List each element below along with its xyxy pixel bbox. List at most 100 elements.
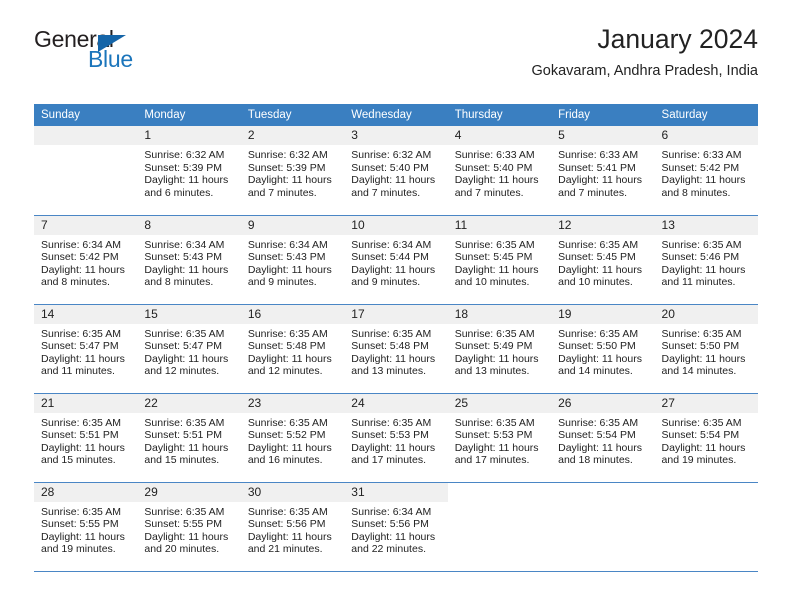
sunset-text: Sunset: 5:51 PM bbox=[41, 429, 119, 442]
sunrise-text: Sunrise: 6:33 AM bbox=[661, 149, 742, 161]
calendar-cell-day-25[interactable]: 25 Sunrise: 6:35 AM Sunset: 5:53 PM Dayligh… bbox=[447, 393, 552, 483]
calendar-cell-day-30[interactable]: 30 Sunrise: 6:35 AM Sunset: 5:56 PM Dayligh… bbox=[240, 482, 345, 572]
day-number bbox=[654, 482, 758, 502]
cell-inner: 1 Sunrise: 6:32 AM Sunset: 5:39 PM Daylight… bbox=[137, 126, 241, 215]
day-number: 19 bbox=[551, 304, 655, 324]
cell-inner: 5 Sunrise: 6:33 AM Sunset: 5:41 PM Daylight… bbox=[551, 126, 655, 215]
sunrise-text: Sunrise: 6:35 AM bbox=[558, 238, 639, 251]
calendar-cell-day-28[interactable]: 28 Sunrise: 6:35 AM Sunset: 5:55 PM Dayligh… bbox=[34, 482, 138, 572]
calendar-cell-day-29[interactable]: 29 Sunrise: 6:35 AM Sunset: 5:55 PM Dayligh… bbox=[137, 482, 241, 572]
day-number: 3 bbox=[344, 126, 448, 145]
day-number: 5 bbox=[551, 126, 655, 145]
calendar-cell-day-18[interactable]: 18 Sunrise: 6:35 AM Sunset: 5:49 PM Dayligh… bbox=[447, 304, 552, 394]
day-details: Sunrise: 6:35 AM Sunset: 5:50 PM Daylight:… bbox=[655, 324, 758, 378]
daylight-text: Daylight: 11 hours and 22 minutes. bbox=[351, 530, 436, 556]
day-details: Sunrise: 6:35 AM Sunset: 5:55 PM Daylight:… bbox=[137, 502, 240, 556]
day-details: Sunrise: 6:35 AM Sunset: 5:46 PM Daylight:… bbox=[655, 235, 758, 289]
sunrise-text: Sunrise: 6:35 AM bbox=[41, 416, 121, 429]
calendar-cell-day-10[interactable]: 10 Sunrise: 6:34 AM Sunset: 5:44 PM Dayligh… bbox=[344, 215, 448, 305]
day-details: Sunrise: 6:35 AM Sunset: 5:54 PM Daylight:… bbox=[655, 413, 758, 467]
sunset-text: Sunset: 5:50 PM bbox=[661, 340, 740, 353]
sunset-text: Sunset: 5:56 PM bbox=[351, 518, 429, 531]
sunset-text: Sunset: 5:43 PM bbox=[144, 251, 223, 264]
calendar-cell-day-31[interactable]: 31 Sunrise: 6:34 AM Sunset: 5:56 PM Dayligh… bbox=[344, 482, 448, 572]
calendar-cell-day-6[interactable]: 6 Sunrise: 6:33 AM Sunset: 5:42 PM Daylight… bbox=[654, 126, 758, 216]
cell-inner bbox=[447, 482, 552, 571]
calendar-cell-day-5[interactable]: 5 Sunrise: 6:33 AM Sunset: 5:41 PM Daylight… bbox=[551, 126, 655, 216]
calendar-cell-day-23[interactable]: 23 Sunrise: 6:35 AM Sunset: 5:52 PM Dayligh… bbox=[240, 393, 345, 483]
brand-name-blue: Blue bbox=[88, 46, 133, 72]
day-number: 4 bbox=[447, 126, 552, 145]
sunrise-text: Sunrise: 6:34 AM bbox=[41, 238, 121, 251]
sunset-text: Sunset: 5:39 PM bbox=[247, 161, 326, 174]
sunrise-text: Sunrise: 6:35 AM bbox=[247, 505, 328, 518]
calendar-cell-day-15[interactable]: 15 Sunrise: 6:35 AM Sunset: 5:47 PM Dayligh… bbox=[137, 304, 241, 394]
cell-inner: 13 Sunrise: 6:35 AM Sunset: 5:46 PM Dayligh… bbox=[654, 215, 758, 304]
calendar-cell-day-17[interactable]: 17 Sunrise: 6:35 AM Sunset: 5:48 PM Dayligh… bbox=[344, 304, 448, 394]
cell-inner: 22 Sunrise: 6:35 AM Sunset: 5:51 PM Dayligh… bbox=[137, 393, 241, 482]
calendar-cell-empty bbox=[447, 482, 552, 572]
sunset-text: Sunset: 5:45 PM bbox=[558, 251, 636, 264]
cell-inner: 3 Sunrise: 6:32 AM Sunset: 5:40 PM Daylight… bbox=[344, 126, 448, 215]
day-number: 7 bbox=[34, 215, 138, 235]
calendar-cell-day-14[interactable]: 14 Sunrise: 6:35 AM Sunset: 5:47 PM Dayligh… bbox=[34, 304, 138, 394]
calendar-cell-day-11[interactable]: 11 Sunrise: 6:35 AM Sunset: 5:45 PM Dayligh… bbox=[447, 215, 552, 305]
sunrise-text: Sunrise: 6:35 AM bbox=[144, 327, 225, 340]
calendar-cell-day-7[interactable]: 7 Sunrise: 6:34 AM Sunset: 5:42 PM Daylight… bbox=[34, 215, 138, 305]
day-details: Sunrise: 6:33 AM Sunset: 5:42 PM Daylight:… bbox=[655, 145, 758, 199]
calendar-cell-empty bbox=[551, 482, 655, 572]
calendar-cell-day-26[interactable]: 26 Sunrise: 6:35 AM Sunset: 5:54 PM Dayligh… bbox=[551, 393, 655, 483]
cell-inner: 21 Sunrise: 6:35 AM Sunset: 5:51 PM Dayligh… bbox=[34, 393, 138, 482]
day-number: 20 bbox=[654, 304, 758, 324]
cell-inner: 7 Sunrise: 6:34 AM Sunset: 5:42 PM Daylight… bbox=[34, 215, 138, 304]
cell-inner: 4 Sunrise: 6:33 AM Sunset: 5:40 PM Daylight… bbox=[447, 126, 552, 215]
daylight-text: Daylight: 11 hours and 13 minutes. bbox=[454, 352, 539, 378]
calendar-cell-day-27[interactable]: 27 Sunrise: 6:35 AM Sunset: 5:54 PM Dayligh… bbox=[654, 393, 758, 483]
brand-logo[interactable]: General Blue bbox=[34, 26, 184, 74]
calendar-cell-day-21[interactable]: 21 Sunrise: 6:35 AM Sunset: 5:51 PM Dayligh… bbox=[34, 393, 138, 483]
calendar-cell-day-8[interactable]: 8 Sunrise: 6:34 AM Sunset: 5:43 PM Daylight… bbox=[137, 215, 241, 305]
cell-inner: 20 Sunrise: 6:35 AM Sunset: 5:50 PM Dayligh… bbox=[654, 304, 758, 393]
calendar-cell-day-20[interactable]: 20 Sunrise: 6:35 AM Sunset: 5:50 PM Dayligh… bbox=[654, 304, 758, 394]
sunset-text: Sunset: 5:43 PM bbox=[247, 251, 326, 264]
daylight-text: Daylight: 11 hours and 12 minutes. bbox=[144, 352, 229, 378]
page-title: January 2024 bbox=[597, 24, 758, 54]
calendar-cell-day-3[interactable]: 3 Sunrise: 6:32 AM Sunset: 5:40 PM Daylight… bbox=[344, 126, 448, 216]
location-subtitle: Gokavaram, Andhra Pradesh, India bbox=[531, 63, 759, 80]
day-details: Sunrise: 6:35 AM Sunset: 5:48 PM Daylight:… bbox=[241, 324, 344, 378]
sunrise-text: Sunrise: 6:35 AM bbox=[661, 327, 742, 340]
column-header-thursday: Thursday bbox=[447, 104, 552, 126]
calendar-cell-day-12[interactable]: 12 Sunrise: 6:35 AM Sunset: 5:45 PM Dayligh… bbox=[551, 215, 655, 305]
calendar-cell-day-13[interactable]: 13 Sunrise: 6:35 AM Sunset: 5:46 PM Dayligh… bbox=[654, 215, 758, 305]
day-details: Sunrise: 6:34 AM Sunset: 5:43 PM Daylight:… bbox=[137, 235, 240, 289]
day-number: 28 bbox=[34, 482, 138, 502]
calendar-cell-day-24[interactable]: 24 Sunrise: 6:35 AM Sunset: 5:53 PM Dayligh… bbox=[344, 393, 448, 483]
calendar-page: General Blue January 2024 Gokavaram, And… bbox=[0, 0, 792, 612]
daylight-text: Daylight: 11 hours and 17 minutes. bbox=[454, 441, 539, 467]
day-number: 18 bbox=[447, 304, 552, 324]
sunset-text: Sunset: 5:55 PM bbox=[41, 518, 119, 531]
calendar-cell-day-2[interactable]: 2 Sunrise: 6:32 AM Sunset: 5:39 PM Daylight… bbox=[240, 126, 345, 216]
calendar-cell-day-16[interactable]: 16 Sunrise: 6:35 AM Sunset: 5:48 PM Dayligh… bbox=[240, 304, 345, 394]
sunrise-text: Sunrise: 6:32 AM bbox=[247, 149, 328, 161]
daylight-text: Daylight: 11 hours and 9 minutes. bbox=[247, 263, 332, 289]
daylight-text: Daylight: 11 hours and 20 minutes. bbox=[144, 530, 229, 556]
daylight-text: Daylight: 11 hours and 12 minutes. bbox=[247, 352, 332, 378]
daylight-text: Daylight: 11 hours and 16 minutes. bbox=[247, 441, 332, 467]
calendar-cell-day-1[interactable]: 1 Sunrise: 6:32 AM Sunset: 5:39 PM Daylight… bbox=[137, 126, 241, 216]
day-number bbox=[447, 482, 552, 502]
sunset-text: Sunset: 5:48 PM bbox=[351, 340, 429, 353]
daylight-text: Daylight: 11 hours and 11 minutes. bbox=[661, 263, 746, 289]
day-details: Sunrise: 6:32 AM Sunset: 5:39 PM Daylight:… bbox=[137, 145, 240, 199]
day-number: 29 bbox=[137, 482, 241, 502]
calendar-cell-day-19[interactable]: 19 Sunrise: 6:35 AM Sunset: 5:50 PM Dayligh… bbox=[551, 304, 655, 394]
cell-inner bbox=[654, 482, 758, 571]
day-number: 2 bbox=[240, 126, 345, 145]
daylight-text: Daylight: 11 hours and 10 minutes. bbox=[558, 263, 642, 289]
calendar-cell-day-4[interactable]: 4 Sunrise: 6:33 AM Sunset: 5:40 PM Daylight… bbox=[447, 126, 552, 216]
daylight-text: Daylight: 11 hours and 13 minutes. bbox=[351, 352, 436, 378]
calendar-cell-day-9[interactable]: 9 Sunrise: 6:34 AM Sunset: 5:43 PM Daylight… bbox=[240, 215, 345, 305]
sunrise-text: Sunrise: 6:35 AM bbox=[351, 416, 432, 429]
calendar-cell-day-22[interactable]: 22 Sunrise: 6:35 AM Sunset: 5:51 PM Dayligh… bbox=[137, 393, 241, 483]
sunset-text: Sunset: 5:48 PM bbox=[247, 340, 326, 353]
